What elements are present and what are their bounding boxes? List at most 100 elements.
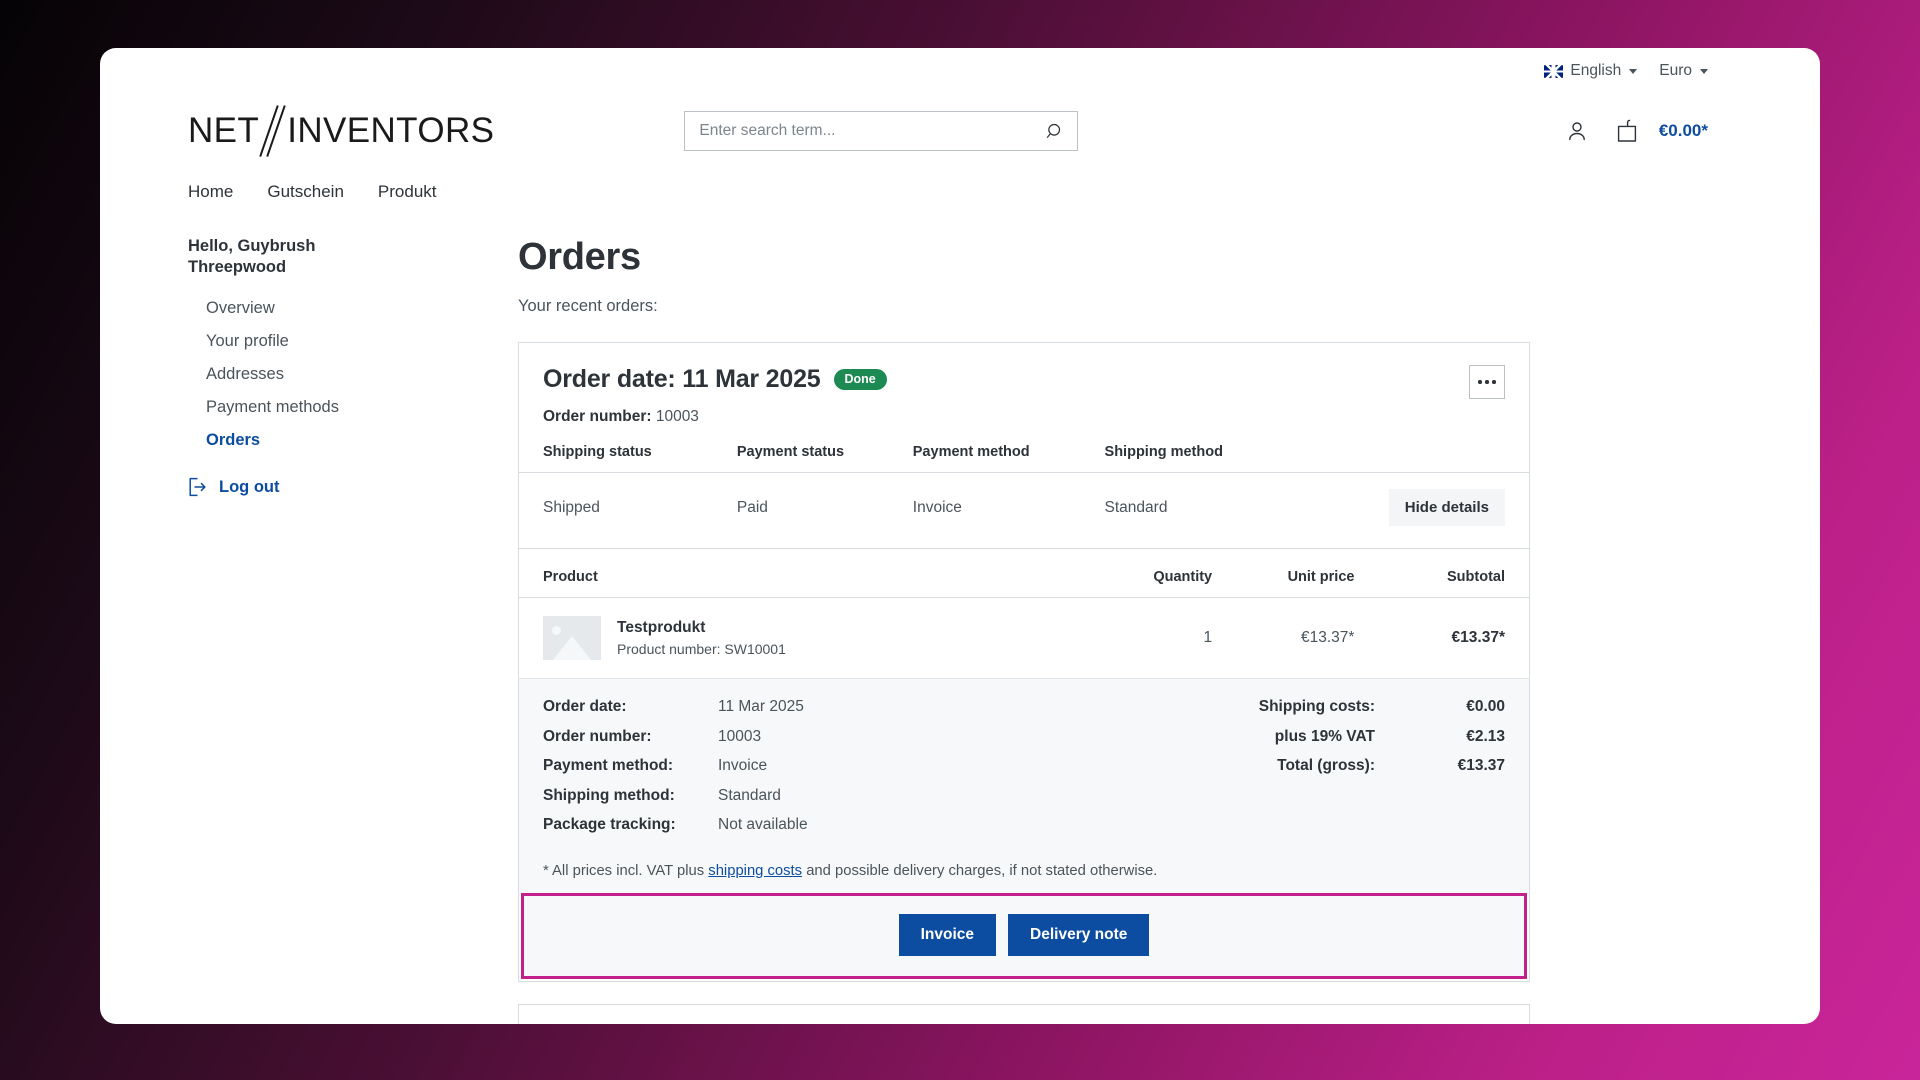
shipping-costs-link[interactable]: shipping costs [708, 863, 802, 879]
summary-row: plus 19% VAT €2.13 [1024, 728, 1505, 745]
site-logo[interactable]: NET INVENTORS [188, 108, 494, 154]
top-utility-bar: English Euro [100, 48, 1820, 84]
col-unit-price: Unit price [1212, 549, 1355, 598]
order-status-badge: Done [833, 368, 887, 391]
sidebar-item-your-profile[interactable]: Your profile [188, 325, 518, 358]
footnote-text-before: * All prices incl. VAT plus [543, 862, 709, 879]
main-navigation: Home Gutschein Produkt [100, 160, 1820, 202]
order-header-texts: Order date: 11 Mar 2025 Done Order numbe… [543, 365, 1469, 426]
product-number: Product number: SW10001 [617, 641, 786, 657]
order-documents-action-bar: Invoice Delivery note [521, 892, 1527, 979]
order-context-menu-button[interactable] [1469, 365, 1505, 399]
dot-icon [1485, 380, 1489, 384]
page-subtitle: Your recent orders: [518, 297, 658, 315]
summary-row: Order date: 11 Mar 2025 [543, 699, 1024, 715]
search-button[interactable] [1033, 112, 1077, 150]
product-image-placeholder-icon [543, 616, 601, 660]
nav-item-gutschein[interactable]: Gutschein [267, 182, 344, 202]
summary-label: Total (gross): [1277, 757, 1375, 774]
summary-row: Package tracking: Not available [543, 817, 1024, 833]
language-label: English [1570, 62, 1622, 79]
logout-label: Log out [219, 477, 280, 496]
user-icon [1568, 122, 1585, 141]
table-row: Testprodukt Product number: SW10001 1 €1… [519, 598, 1529, 679]
col-payment-status: Payment status [736, 444, 913, 473]
price-footnote: * All prices incl. VAT plus shipping cos… [519, 850, 1529, 893]
summary-row: Shipping costs: €0.00 [1024, 699, 1505, 715]
logo-slash-icon [260, 108, 286, 154]
summary-label: Order date: [543, 698, 627, 715]
summary-value: Not available [718, 816, 808, 833]
order-products-table: Product Quantity Unit price Subtotal Tes… [519, 549, 1529, 678]
greeting-text: Hello, Guybrush Threepwood [188, 237, 316, 277]
nav-item-produkt[interactable]: Produkt [378, 182, 437, 202]
order-status-table: Shipping status Payment status Payment m… [519, 444, 1529, 526]
order-card: Order date: 11 Mar 2025 Done Order numbe… [518, 342, 1530, 982]
delivery-note-button[interactable]: Delivery note [1008, 913, 1150, 956]
footnote-text-after: and possible delivery charges, if not st… [802, 862, 1158, 879]
product-info: Testprodukt Product number: SW10001 [543, 616, 1087, 660]
invoice-button[interactable]: Invoice [898, 913, 997, 956]
summary-label: Package tracking: [543, 816, 676, 833]
search-icon [1046, 123, 1060, 138]
order-title-row: Order date: 11 Mar 2025 Done [543, 365, 1469, 394]
product-cell: Testprodukt Product number: SW10001 [519, 598, 1087, 679]
orders-main: Orders Your recent orders: Order date: 1… [518, 236, 1820, 1024]
product-unit-price: €13.37* [1301, 629, 1355, 646]
logout-icon [189, 478, 206, 497]
search-box[interactable] [684, 111, 1079, 151]
toggle-details-cell: Hide details [1299, 473, 1529, 526]
summary-row: Order number: 10003 [543, 727, 1024, 745]
sidebar-item-payment-methods[interactable]: Payment methods [188, 391, 518, 424]
dot-icon [1492, 380, 1496, 384]
order-date-title: Order date: 11 Mar 2025 [543, 365, 821, 393]
order-summary-left: Order date: 11 Mar 2025 Order number: 10… [543, 699, 1024, 833]
sidebar-item-orders[interactable]: Orders [188, 424, 518, 457]
account-button[interactable] [1565, 119, 1589, 143]
summary-label: Shipping method: [543, 786, 675, 804]
currency-selector[interactable]: Euro [1659, 62, 1708, 80]
sidebar-item-addresses[interactable]: Addresses [188, 358, 518, 391]
order-card-header: Order date: 11 Mar 2025 Done Order numbe… [519, 343, 1529, 426]
summary-row: Total (gross): €13.37 [1024, 758, 1505, 774]
summary-row: Shipping method: Standard [543, 786, 1024, 804]
dot-icon [1478, 380, 1482, 384]
value-payment-status: Paid [736, 498, 768, 516]
order-number-value: 10003 [655, 408, 699, 425]
table-row: Shipped Paid Invoice Standard Hide detai… [519, 473, 1529, 526]
sidebar-item-overview[interactable]: Overview [188, 292, 518, 325]
site-header: NET INVENTORS Enter search term... €0.00… [100, 84, 1820, 160]
hide-details-button[interactable]: Hide details [1388, 489, 1505, 526]
order-summary-right: Shipping costs: €0.00 plus 19% VAT €2.13… [1024, 699, 1505, 833]
summary-value: 10003 [718, 727, 762, 745]
col-actions [1298, 444, 1529, 473]
nav-item-home[interactable]: Home [188, 182, 233, 202]
product-subtotal: €13.37* [1451, 629, 1505, 646]
summary-label: Order number: [543, 727, 652, 745]
chevron-down-icon [1700, 68, 1708, 74]
cart-total-amount[interactable]: €0.00* [1659, 121, 1708, 141]
content-area: Hello, Guybrush Threepwood Overview Your… [100, 202, 1820, 1024]
cart-button[interactable] [1615, 118, 1639, 144]
summary-value: 11 Mar 2025 [718, 698, 804, 715]
summary-label: Shipping costs: [1258, 698, 1375, 715]
value-shipping-status: Shipped [543, 498, 600, 516]
table-header-row: Product Quantity Unit price Subtotal [519, 549, 1529, 598]
currency-label: Euro [1659, 62, 1692, 79]
summary-label: Payment method: [543, 757, 674, 774]
chevron-down-icon [1629, 68, 1638, 74]
page-title: Orders [518, 236, 641, 278]
product-name[interactable]: Testprodukt [617, 619, 786, 637]
order-number-line: Order number: 10003 [543, 408, 1469, 426]
logo-text-inventors: INVENTORS [287, 111, 495, 150]
col-product: Product [519, 549, 1087, 598]
order-card-header: Order date: 29 Jan 2025 Open [519, 1005, 1529, 1025]
search-input[interactable] [685, 122, 1034, 140]
summary-row: Payment method: Invoice [543, 758, 1024, 774]
shopping-bag-icon [1617, 119, 1636, 142]
shop-panel: English Euro NET INVENTORS Enter search … [100, 48, 1820, 1024]
logout-button[interactable]: Log out [188, 477, 518, 497]
language-selector[interactable]: English [1544, 62, 1638, 80]
col-payment-method: Payment method [912, 444, 1105, 473]
value-shipping-method: Standard [1104, 498, 1168, 516]
